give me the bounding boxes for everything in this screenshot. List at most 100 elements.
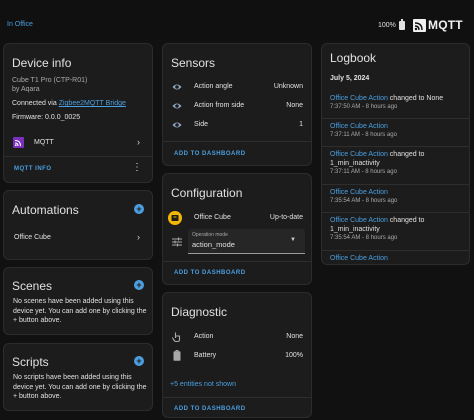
- diagnostic-add-to-dashboard-button[interactable]: ADD TO DASHBOARD: [174, 406, 246, 412]
- connected-prefix: Connected via: [12, 100, 59, 107]
- configuration-add-to-dashboard-button[interactable]: ADD TO DASHBOARD: [174, 270, 246, 276]
- logbook-date: July 5, 2024: [330, 75, 370, 82]
- divider: [322, 212, 469, 213]
- more-options-icon[interactable]: ⋮: [132, 162, 142, 173]
- log-entry: Office Cube Action: [330, 254, 461, 263]
- automations-title: Automations: [12, 203, 79, 217]
- automations-card: Automations + Office Cube ›: [3, 190, 153, 260]
- log-entity-link[interactable]: Office Cube Action: [330, 95, 388, 102]
- device-manufacturer: by Aqara: [12, 86, 40, 93]
- mqtt-signal-icon: [413, 18, 426, 32]
- update-package-icon: [168, 211, 182, 225]
- sensor-row-action-from-side[interactable]: Action from side None: [163, 97, 311, 115]
- connected-via: Connected via Zigbee2MQTT Bridge: [12, 100, 126, 107]
- diagnostic-row-action[interactable]: Action None: [163, 328, 311, 346]
- tune-icon: [172, 237, 182, 247]
- bridge-link[interactable]: Zigbee2MQTT Bridge: [59, 100, 126, 107]
- divider: [163, 141, 311, 142]
- device-model: Cube T1 Pro (CTP-R01): [12, 77, 88, 84]
- log-time: 7:37:50 AM - 8 hours ago: [330, 104, 398, 110]
- diagnostic-card: Diagnostic Action None Battery 100% +5 e…: [162, 292, 312, 418]
- sensor-value: Unknown: [273, 83, 303, 90]
- diagnostic-label: Action: [194, 333, 214, 340]
- firmware-version: Firmware: 0.0.0_0025: [12, 114, 81, 121]
- log-time: 7:35:54 AM - 8 hours ago: [330, 235, 398, 241]
- battery-icon: [398, 19, 405, 30]
- add-automation-button[interactable]: +: [134, 204, 144, 214]
- sensors-add-to-dashboard-button[interactable]: ADD TO DASHBOARD: [174, 151, 246, 157]
- diagnostic-title: Diagnostic: [171, 305, 228, 319]
- operation-mode-select[interactable]: Operation mode action_mode ▼: [188, 229, 305, 254]
- divider: [322, 146, 469, 147]
- sensor-label: Action from side: [194, 102, 245, 109]
- log-time: 7:37:11 AM - 8 hours ago: [330, 169, 397, 175]
- diagnostic-value: 100%: [285, 352, 303, 359]
- log-time: 7:37:11 AM - 8 hours ago: [330, 132, 397, 138]
- sensor-value: None: [286, 102, 303, 109]
- add-script-button[interactable]: +: [134, 356, 144, 366]
- divider: [322, 118, 469, 119]
- integration-row[interactable]: MQTT ›: [4, 134, 152, 152]
- eye-icon: [172, 103, 182, 109]
- device-info-card: Device info Cube T1 Pro (CTP-R01) by Aqa…: [3, 43, 153, 183]
- automation-item[interactable]: Office Cube ›: [4, 229, 152, 247]
- hidden-entities-link[interactable]: +5 entities not shown: [170, 381, 236, 388]
- device-info-title: Device info: [12, 56, 72, 70]
- log-entity-link[interactable]: Office Cube Action: [330, 151, 388, 158]
- log-entry: Office Cube Action changed to 1_min_inac…: [330, 150, 461, 177]
- eye-icon: [172, 84, 182, 90]
- log-entity-link[interactable]: Office Cube Action: [330, 217, 388, 224]
- log-message: changed to: [387, 151, 425, 158]
- log-entity-link[interactable]: Office Cube Action: [330, 255, 388, 262]
- select-value: action_mode: [192, 240, 235, 249]
- log-entry: Office Cube Action 7:35:54 AM - 8 hours …: [330, 188, 461, 206]
- log-entity-link[interactable]: Office Cube Action: [330, 123, 388, 130]
- divider: [163, 261, 311, 262]
- log-entry: Office Cube Action 7:37:11 AM - 8 hours …: [330, 122, 461, 140]
- log-entry: Office Cube Action changed to 1_min_inac…: [330, 216, 461, 243]
- sensor-label: Action angle: [194, 83, 233, 90]
- battery-icon: [173, 350, 181, 361]
- scripts-card: Scripts + No scripts have been added usi…: [3, 343, 153, 411]
- log-entity-link[interactable]: Office Cube Action: [330, 189, 388, 196]
- log-message-cont: 1_min_inactivity: [330, 160, 380, 167]
- sensors-title: Sensors: [171, 56, 216, 70]
- sensor-label: Side: [194, 121, 209, 128]
- configuration-title: Configuration: [171, 186, 243, 200]
- add-scene-button[interactable]: +: [134, 280, 144, 290]
- mqtt-info-button[interactable]: MQTT INFO: [14, 166, 52, 172]
- log-message-cont: 1_min_inactivity: [330, 226, 380, 233]
- log-message: changed to: [387, 217, 425, 224]
- select-label: Operation mode: [192, 232, 228, 238]
- log-time: 7:35:54 AM - 8 hours ago: [330, 198, 398, 204]
- update-status: Up-to-date: [269, 214, 303, 221]
- log-message: changed to None: [387, 95, 444, 102]
- sensors-card: Sensors Action angle Unknown Action from…: [162, 43, 312, 166]
- diagnostic-label: Battery: [194, 352, 217, 359]
- log-entry: Office Cube Action changed to None 7:37:…: [330, 94, 461, 112]
- dropdown-arrow-icon: ▼: [290, 237, 296, 243]
- update-label: Office Cube: [194, 214, 231, 221]
- divider: [322, 250, 469, 251]
- area-link[interactable]: In Office: [7, 21, 33, 28]
- scenes-card: Scenes + No scenes have been added using…: [3, 267, 153, 335]
- battery-level: 100%: [378, 22, 396, 29]
- automation-label: Office Cube: [14, 234, 51, 241]
- chevron-right-icon: ›: [137, 137, 140, 147]
- sensor-row-action-angle[interactable]: Action angle Unknown: [163, 78, 311, 96]
- brand-name: MQTT: [428, 18, 463, 32]
- mqtt-integration-icon: [13, 137, 24, 148]
- divider: [322, 184, 469, 185]
- scenes-empty-message: No scenes have been added using this dev…: [13, 298, 147, 324]
- diagnostic-value: None: [286, 333, 303, 340]
- diagnostic-row-battery[interactable]: Battery 100%: [163, 347, 311, 365]
- sensor-row-side[interactable]: Side 1: [163, 116, 311, 134]
- battery-status: 100%: [378, 19, 405, 30]
- top-bar: In Office 100% MQTT: [0, 0, 474, 40]
- update-row[interactable]: Office Cube Up-to-date: [163, 209, 311, 227]
- logbook-card: Logbook July 5, 2024 Office Cube Action …: [321, 43, 470, 265]
- scripts-title: Scripts: [12, 355, 49, 369]
- scripts-empty-message: No scripts have been added using this de…: [13, 374, 147, 400]
- logbook-title: Logbook: [330, 51, 377, 65]
- gesture-tap-icon: [172, 332, 181, 342]
